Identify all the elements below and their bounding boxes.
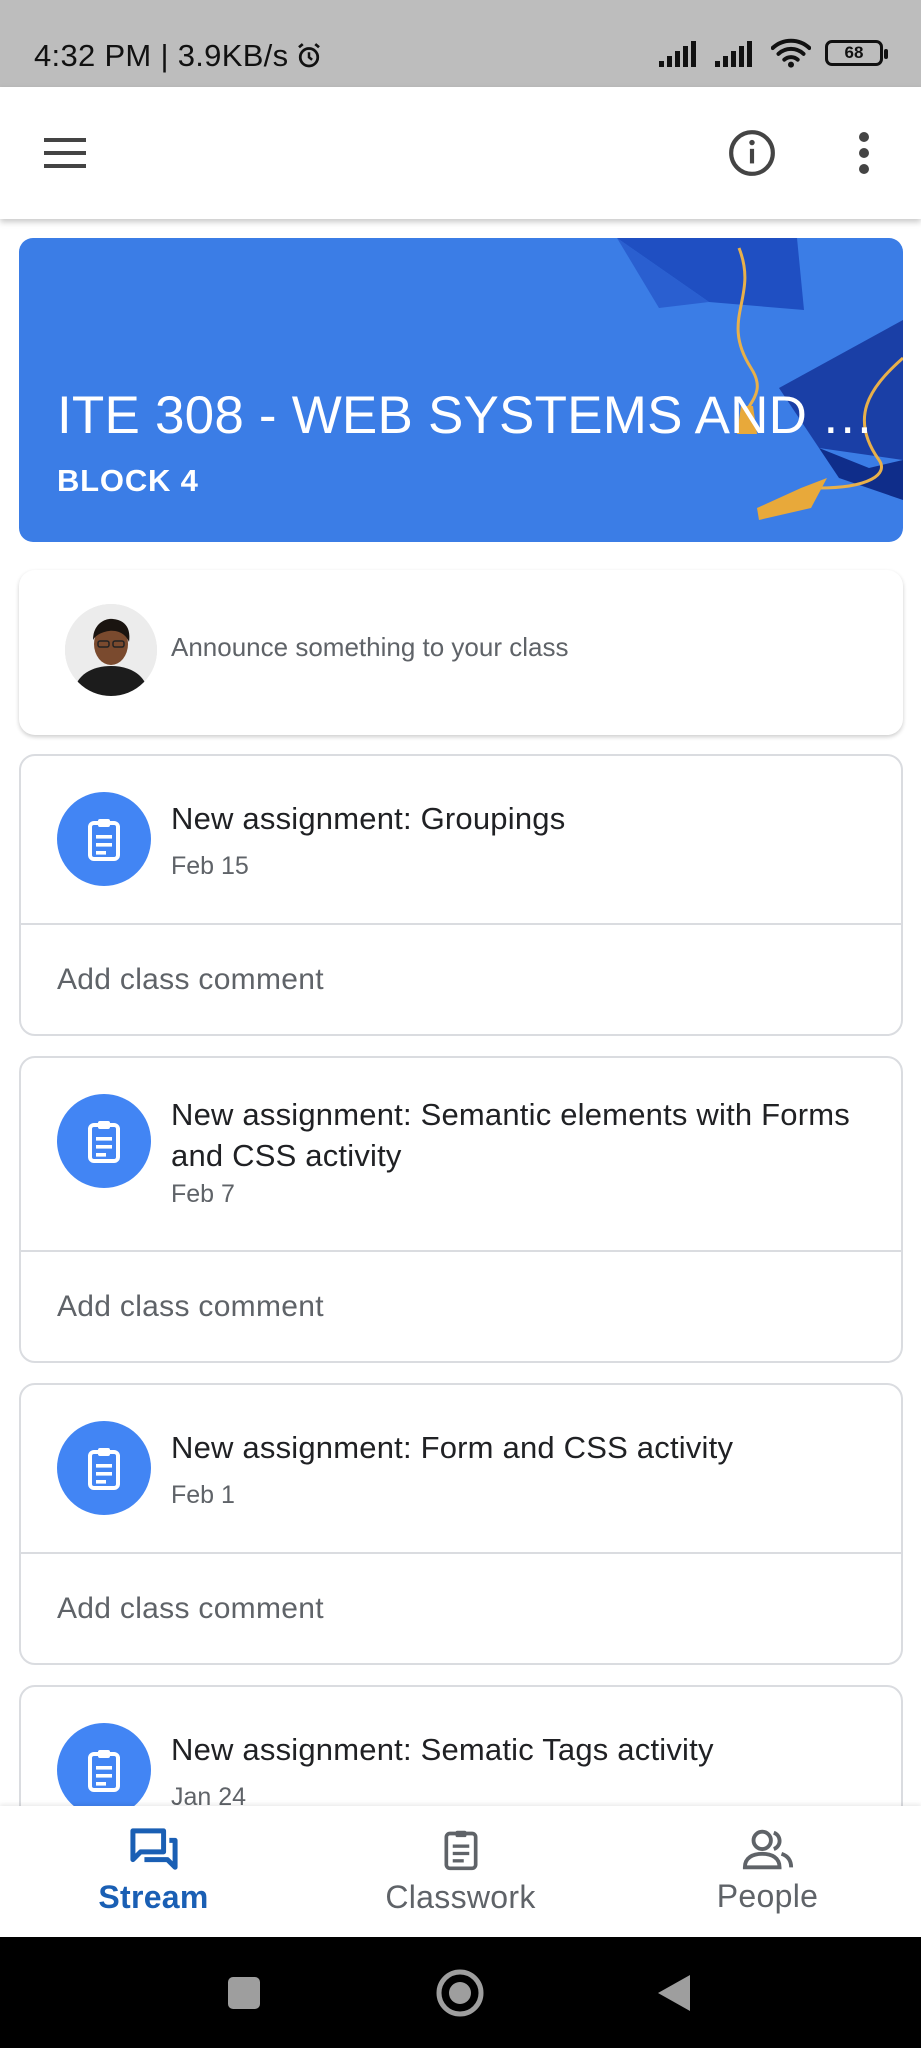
bottom-navigation: Stream Classwork People xyxy=(0,1806,921,1937)
avatar xyxy=(65,604,157,696)
post-title: New assignment: Semantic elements with F… xyxy=(171,1097,850,1173)
more-vert-icon xyxy=(859,132,869,174)
assignment-clipboard-icon xyxy=(88,1121,120,1163)
class-section: BLOCK 4 xyxy=(57,463,199,498)
signal-icon-2 xyxy=(715,41,752,67)
battery-icon: 68 xyxy=(825,40,888,66)
recents-button[interactable] xyxy=(212,1965,276,2021)
user-photo-icon xyxy=(65,604,157,696)
post-header[interactable]: New assignment: Groupings Feb 15 xyxy=(21,756,901,925)
info-button[interactable] xyxy=(718,123,786,183)
people-icon xyxy=(742,1829,793,1870)
post-card[interactable]: New assignment: Form and CSS activity Fe… xyxy=(19,1383,903,1665)
post-date: Feb 1 xyxy=(171,1481,235,1509)
wifi-icon xyxy=(771,38,811,68)
assignment-avatar xyxy=(57,1421,151,1515)
assignment-avatar xyxy=(57,1094,151,1188)
battery-level: 68 xyxy=(844,43,864,62)
back-button[interactable] xyxy=(642,1965,706,2021)
post-title: New assignment: Groupings xyxy=(171,801,566,836)
tab-classwork-label: Classwork xyxy=(385,1879,536,1915)
menu-icon xyxy=(44,138,86,168)
tab-classwork[interactable]: Classwork xyxy=(307,1806,614,1937)
back-triangle-icon xyxy=(658,1975,690,2011)
add-class-comment[interactable]: Add class comment xyxy=(21,925,901,1034)
tab-people-label: People xyxy=(716,1878,819,1914)
assignment-avatar xyxy=(57,792,151,886)
more-options-button[interactable] xyxy=(840,123,888,183)
assignment-clipboard-icon xyxy=(88,1448,120,1490)
stream-icon xyxy=(129,1828,178,1870)
assignment-clipboard-icon xyxy=(88,1750,120,1792)
post-date: Feb 7 xyxy=(171,1180,235,1208)
home-button[interactable] xyxy=(428,1961,492,2025)
tab-stream-label: Stream xyxy=(98,1879,209,1915)
app-bar xyxy=(0,87,921,219)
signal-icon xyxy=(659,41,696,67)
info-icon xyxy=(729,130,775,176)
post-header[interactable]: New assignment: Semantic elements with F… xyxy=(21,1058,901,1252)
classwork-icon xyxy=(444,1830,477,1871)
recents-square-icon xyxy=(228,1977,260,2009)
class-banner[interactable]: ITE 308 - WEB SYSTEMS AND T... BLOCK 4 xyxy=(19,238,903,542)
tab-stream[interactable]: Stream xyxy=(0,1806,307,1937)
assignment-clipboard-icon xyxy=(88,819,120,861)
status-time-text: 4:32 PM | 3.9KB/s xyxy=(34,38,289,73)
add-class-comment[interactable]: Add class comment xyxy=(21,1554,901,1663)
alarm-icon xyxy=(298,43,321,68)
status-time: 4:32 PM | 3.9KB/s xyxy=(34,38,324,74)
home-circle-icon xyxy=(436,1969,484,2017)
status-bar: 4:32 PM | 3.9KB/s 68 xyxy=(0,0,921,87)
system-navigation-bar xyxy=(0,1937,921,2048)
post-card[interactable]: New assignment: Groupings Feb 15 Add cla… xyxy=(19,754,903,1036)
menu-button[interactable] xyxy=(30,123,100,183)
post-date: Feb 15 xyxy=(171,852,249,880)
status-icons: 68 xyxy=(659,38,888,68)
add-class-comment[interactable]: Add class comment xyxy=(21,1252,901,1361)
post-title: New assignment: Sematic Tags activity xyxy=(171,1732,714,1767)
post-card[interactable]: New assignment: Semantic elements with F… xyxy=(19,1056,903,1363)
tab-people[interactable]: People xyxy=(614,1806,921,1937)
post-title: New assignment: Form and CSS activity xyxy=(171,1430,734,1465)
class-title: ITE 308 - WEB SYSTEMS AND T... xyxy=(57,386,877,445)
announce-box[interactable]: Announce something to your class xyxy=(19,570,903,735)
post-header[interactable]: New assignment: Form and CSS activity Fe… xyxy=(21,1385,901,1554)
assignment-avatar xyxy=(57,1723,151,1817)
announce-input[interactable]: Announce something to your class xyxy=(171,632,568,663)
